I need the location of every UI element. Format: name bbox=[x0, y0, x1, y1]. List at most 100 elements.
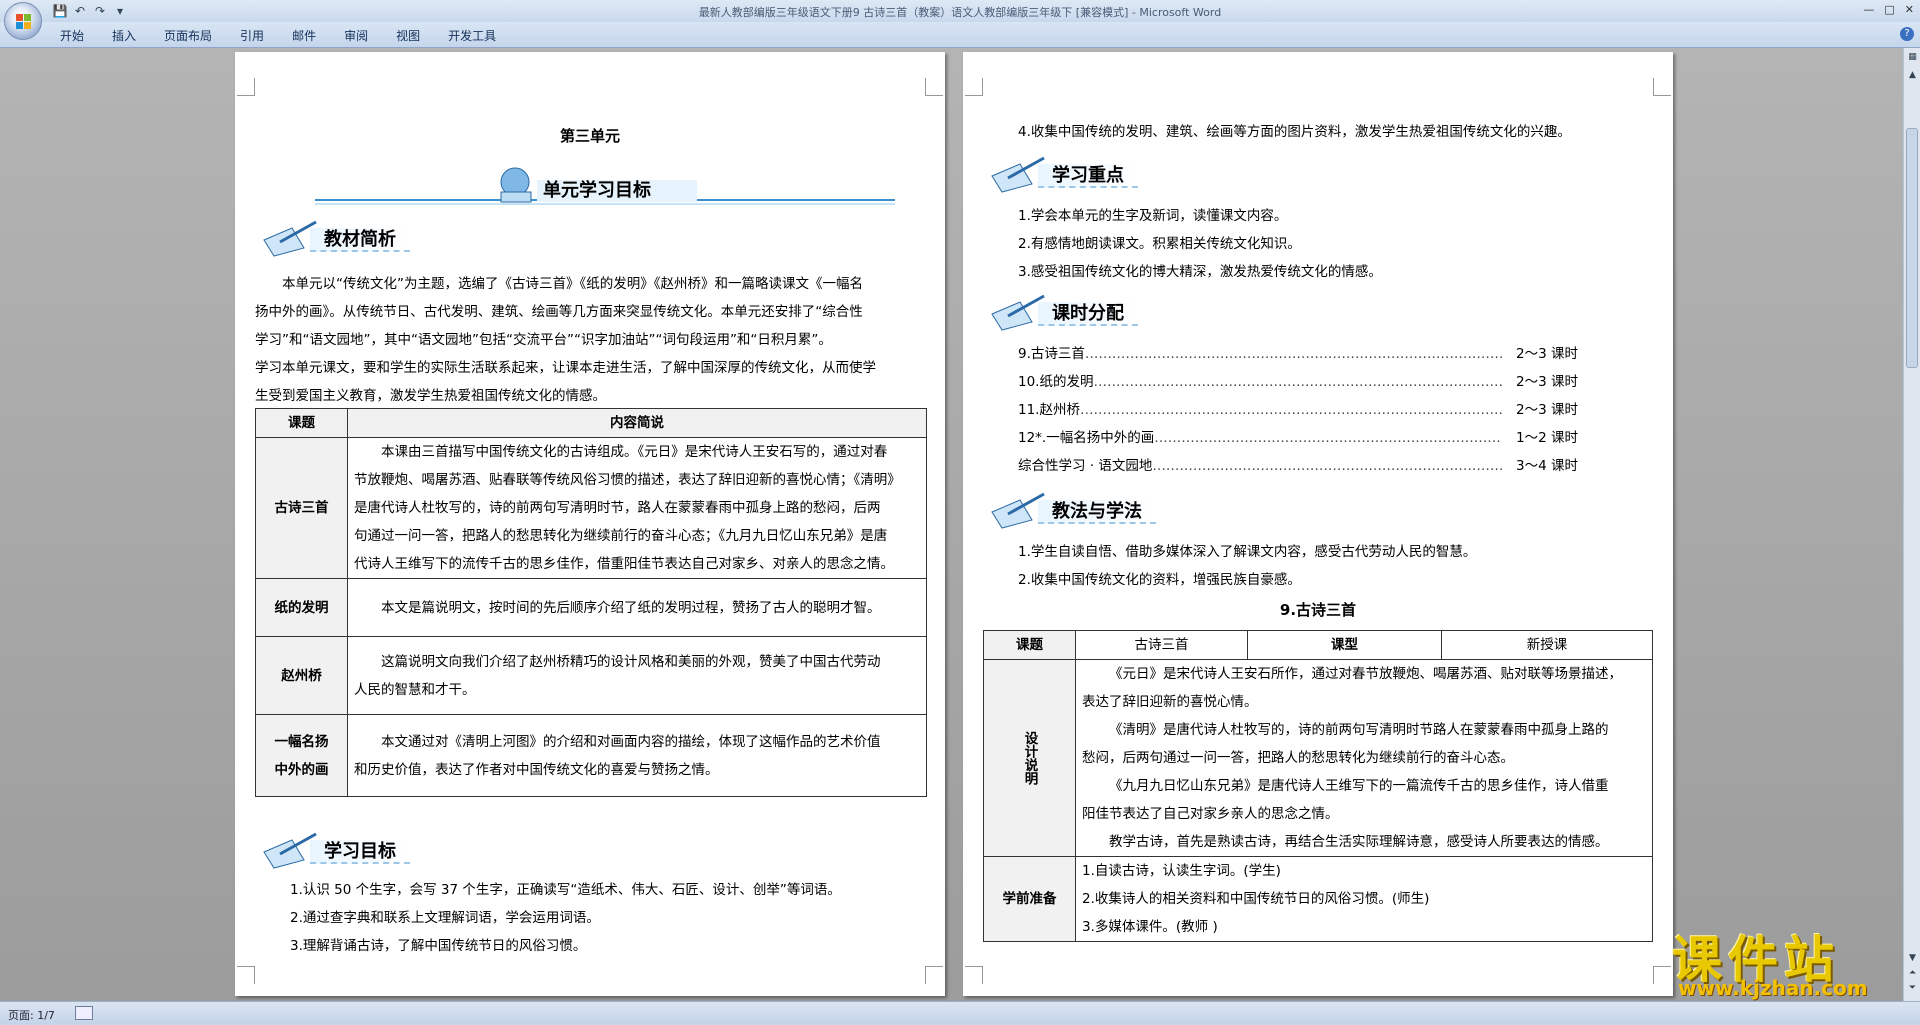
goals-list: 1.认识 50 个生字，会写 37 个生字，正确读写“造纸术、伟大、石匠、设计、… bbox=[290, 876, 930, 960]
leader-dots: …………………………………………………………………………………………………… bbox=[1084, 346, 1502, 362]
schedule-row: 10.纸的发明 ……………………………………………………………………………………… bbox=[1018, 368, 1578, 396]
section-title-schedule: 课时分配 bbox=[1038, 302, 1138, 326]
watermark-logo: 课件站 www.kjzhan.com bbox=[1672, 920, 1912, 1000]
table-cell-label: 设计说明 bbox=[983, 659, 1076, 857]
tab-mailings[interactable]: 邮件 bbox=[292, 27, 330, 44]
schedule-list: 9.古诗三首 ………………………………………………………………………………………… bbox=[1018, 340, 1578, 480]
schedule-hours: 2～3 课时 bbox=[1516, 402, 1578, 418]
cell-line: 表达了辞旧迎新的喜悦心情。 bbox=[1082, 694, 1258, 710]
close-icon[interactable]: ✕ bbox=[1905, 3, 1914, 16]
list-item: 2.收集中国传统文化的资料，增强民族自豪感。 bbox=[1018, 572, 1301, 588]
table-cell-label: 学前准备 bbox=[983, 856, 1076, 942]
cell-line: 一幅名扬 bbox=[274, 733, 329, 750]
section-banner: 课时分配 bbox=[988, 294, 1188, 334]
section-banner: 学习目标 bbox=[260, 832, 460, 872]
cell-line: 教学古诗，首先是熟读古诗，再结合生活实际理解诗意，感受诗人所要表达的情感。 bbox=[1109, 834, 1609, 850]
leader-dots: …………………………………………………………………………………………………… bbox=[1093, 374, 1502, 390]
list-item: 1.学生自读自悟、借助多媒体深入了解课文内容，感受古代劳动人民的智慧。 bbox=[1018, 544, 1477, 560]
vertical-scrollbar[interactable]: ▦ ▲ ▼ ⏶ ⏷ bbox=[1903, 48, 1920, 1001]
cell-line: 节放鞭炮、喝屠苏酒、贴春联等传统风俗习惯的描述，表达了辞旧迎新的喜悦心情；《清明… bbox=[354, 472, 901, 488]
cell-line: 阳佳节表达了自己对家乡亲人的思念之情。 bbox=[1082, 806, 1339, 822]
ribbon: 开始 插入 页面布局 引用 邮件 审阅 视图 开发工具 ? bbox=[0, 22, 1920, 48]
office-logo-icon bbox=[16, 14, 31, 29]
schedule-hours: 2～3 课时 bbox=[1516, 346, 1578, 362]
schedule-row: 9.古诗三首 ………………………………………………………………………………………… bbox=[1018, 340, 1578, 368]
maximize-icon[interactable]: □ bbox=[1884, 3, 1894, 16]
leader-dots: …………………………………………………………………………………………………… bbox=[1079, 402, 1502, 418]
crop-mark bbox=[1653, 78, 1671, 96]
crop-mark bbox=[925, 966, 943, 984]
section-banner: 学习重点 bbox=[988, 156, 1188, 196]
watermark-url: www.kjzhan.com bbox=[1678, 976, 1868, 1000]
goal-line: 4.收集中国传统的发明、建筑、绘画等方面的图片资料，激发学生热爱祖国传统文化的兴… bbox=[1018, 124, 1571, 140]
section-title-key-points: 学习重点 bbox=[1038, 164, 1138, 188]
intro-paragraph: 本单元以“传统文化”为主题，选编了《古诗三首》《纸的发明》《赵州桥》和一篇略读课… bbox=[255, 270, 935, 410]
window-title: 最新人教部编版三年级语文下册9 古诗三首（教案）语文人教部编版三年级下 [兼容模… bbox=[698, 6, 1222, 19]
tab-insert[interactable]: 插入 bbox=[112, 27, 150, 44]
proofing-icon[interactable] bbox=[75, 1006, 93, 1020]
cell-line: 《清明》是唐代诗人杜牧写的，诗的前两句写清明时节路人在蒙蒙春雨中孤身上路的 bbox=[1109, 722, 1609, 738]
table-cell-content: 这篇说明文向我们介绍了赵州桥精巧的设计风格和美丽的外观，赞美了中国古代劳动 人民… bbox=[347, 636, 927, 715]
table-cell-content: 本文通过对《清明上河图》的介绍和对画面内容的描绘，体现了这幅作品的艺术价值 和历… bbox=[347, 714, 927, 797]
document-page-1: 第三单元 单元学习目标 教材简析 本单元以“传统文化”为主题，选编了《古诗三首》… bbox=[235, 52, 945, 996]
crop-mark bbox=[925, 78, 943, 96]
table-cell-topic: 一幅名扬 中外的画 bbox=[255, 714, 348, 797]
ruler-toggle-icon[interactable]: ▦ bbox=[1907, 52, 1918, 63]
scroll-thumb[interactable] bbox=[1906, 128, 1918, 368]
office-button[interactable] bbox=[4, 2, 42, 40]
cell-line: 1.自读古诗，认读生字词。(学生) bbox=[1082, 863, 1281, 879]
crop-mark bbox=[1653, 966, 1671, 984]
schedule-row: 11.赵州桥 ………………………………………………………………………………………… bbox=[1018, 396, 1578, 424]
table-header: 课题 bbox=[255, 408, 348, 438]
help-icon[interactable]: ? bbox=[1900, 27, 1914, 41]
tab-review[interactable]: 审阅 bbox=[344, 27, 382, 44]
prep-notes: 1.自读古诗，认读生字词。(学生) 2.收集诗人的相关资料和中国传统节日的风俗习… bbox=[1075, 856, 1653, 942]
table-header: 课型 bbox=[1247, 630, 1442, 660]
lesson-table: 课题 古诗三首 课型 新授课 设计说明 《元日》是宋代诗人王安石所作，通过对春节… bbox=[983, 630, 1653, 942]
cell-line: 2.收集诗人的相关资料和中国传统节日的风俗习惯。(师生) bbox=[1082, 891, 1430, 907]
minimize-icon[interactable]: — bbox=[1863, 3, 1874, 16]
crop-mark bbox=[965, 78, 983, 96]
lesson-title: 9.古诗三首 bbox=[1279, 601, 1357, 619]
schedule-row: 综合性学习 · 语文园地 ………………………………………………………………………… bbox=[1018, 452, 1578, 480]
crop-mark bbox=[237, 966, 255, 984]
cell-line: 人民的智慧和才干。 bbox=[354, 681, 476, 698]
intro-line: 扬中外的画》。从传统节日、古代发明、建筑、绘画等几方面来突显传统文化。本单元还安… bbox=[255, 304, 863, 320]
table-cell-content: 本课由三首描写中国传统文化的古诗组成。《元日》是宋代诗人王安石写的，通过对春 节… bbox=[347, 437, 927, 579]
schedule-name: 12*.一幅名扬中外的画 bbox=[1018, 430, 1155, 446]
table-header: 课题 bbox=[983, 630, 1076, 660]
page-count[interactable]: 页面: 1/7 bbox=[8, 1007, 55, 1023]
unit-goal-title: 单元学习目标 bbox=[543, 180, 651, 201]
leader-dots: …………………………………………………………………………………………………… bbox=[1152, 458, 1502, 474]
tab-page-layout[interactable]: 页面布局 bbox=[164, 27, 226, 44]
window-controls: — □ ✕ bbox=[1863, 3, 1914, 16]
section-banner: 教法与学法 bbox=[988, 492, 1208, 532]
design-notes: 《元日》是宋代诗人王安石所作，通过对春节放鞭炮、喝屠苏酒、贴对联等场景描述， 表… bbox=[1075, 659, 1653, 857]
list-item: 3.理解背诵古诗，了解中国传统节日的风俗习惯。 bbox=[290, 938, 587, 954]
intro-line: 本单元以“传统文化”为主题，选编了《古诗三首》《纸的发明》《赵州桥》和一篇略读课… bbox=[282, 276, 863, 292]
tab-home[interactable]: 开始 bbox=[60, 27, 98, 44]
scroll-up-icon[interactable]: ▲ bbox=[1907, 70, 1918, 81]
schedule-hours: 2～3 课时 bbox=[1516, 374, 1578, 390]
intro-line: 学习本单元课文，要和学生的实际生活联系起来，让课本走进生活，了解中国深厚的传统文… bbox=[255, 360, 876, 376]
cell-line: 和历史价值，表达了作者对中国传统文化的喜爱与赞扬之情。 bbox=[354, 761, 719, 778]
tab-developer[interactable]: 开发工具 bbox=[448, 27, 510, 44]
list-item: 3.感受祖国传统文化的博大精深，激发热爱传统文化的情感。 bbox=[1018, 264, 1382, 280]
list-item: 2.有感情地朗读课文。积累相关传统文化知识。 bbox=[1018, 236, 1301, 252]
table-cell-topic: 纸的发明 bbox=[255, 578, 348, 637]
unit-title: 第三单元 bbox=[559, 127, 620, 145]
schedule-name: 10.纸的发明 bbox=[1018, 374, 1094, 390]
cell-line: 《九月九日忆山东兄弟》是唐代诗人王维写下的一篇流传千古的思乡佳作，诗人借重 bbox=[1109, 778, 1609, 794]
table-cell: 新授课 bbox=[1441, 630, 1653, 660]
list-item: 2.通过查字典和联系上文理解词语，学会运用词语。 bbox=[290, 910, 600, 926]
table-cell-content: 本文是篇说明文，按时间的先后顺序介绍了纸的发明过程，赞扬了古人的聪明才智。 bbox=[347, 578, 927, 637]
section-title-learning-goals: 学习目标 bbox=[310, 840, 410, 864]
tab-references[interactable]: 引用 bbox=[240, 27, 278, 44]
cell-line: 本课由三首描写中国传统文化的古诗组成。《元日》是宋代诗人王安石写的，通过对春 bbox=[381, 444, 888, 460]
tab-view[interactable]: 视图 bbox=[396, 27, 434, 44]
intro-line: 生受到爱国主义教育，激发学生热爱祖国传统文化的情感。 bbox=[255, 388, 606, 404]
schedule-hours: 1～2 课时 bbox=[1516, 430, 1578, 446]
cell-line: 愁闷，后两句通过一问一答，把路人的愁思转化为继续前行的奋斗心态。 bbox=[1082, 750, 1514, 766]
schedule-name: 11.赵州桥 bbox=[1018, 402, 1080, 418]
crop-mark bbox=[237, 78, 255, 96]
